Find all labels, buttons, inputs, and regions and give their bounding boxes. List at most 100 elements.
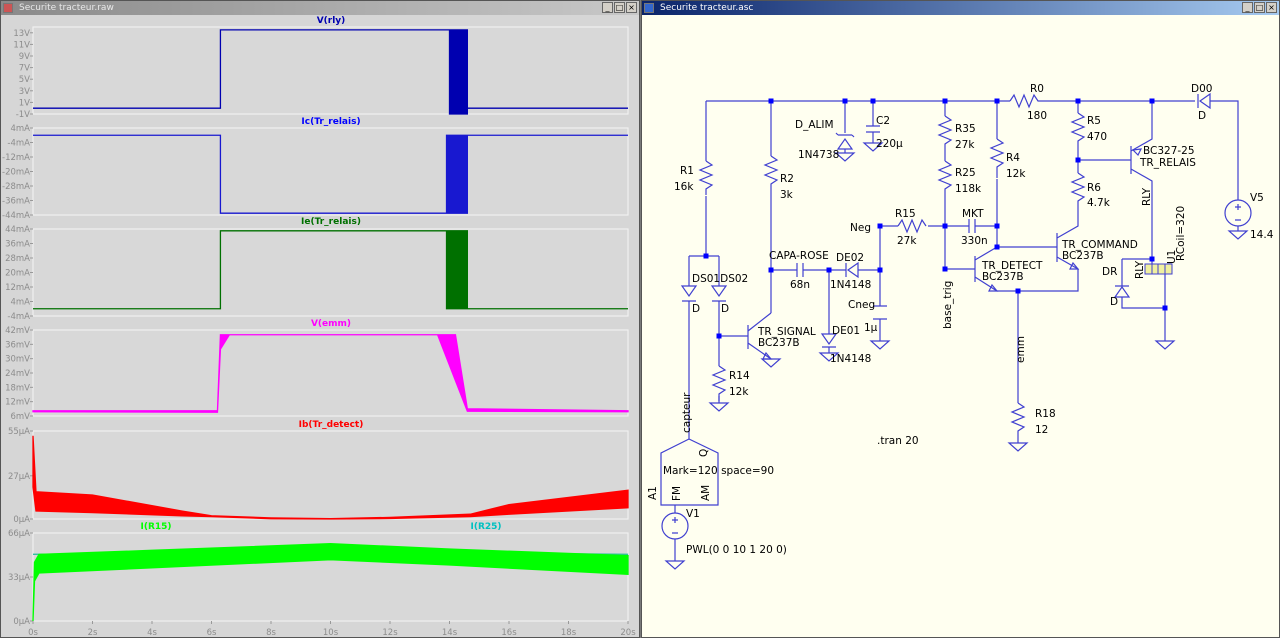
schematic-label-de02v[interactable]: 1N4148: [830, 279, 871, 291]
schematic-label-ds02v[interactable]: D: [721, 303, 729, 315]
plot-frame: [32, 329, 629, 417]
schematic-label-r4v[interactable]: 12k: [1006, 168, 1026, 180]
close-button[interactable]: ×: [626, 2, 637, 13]
schematic-label-de01v[interactable]: 1N4148: [830, 353, 871, 365]
y-tick-label: 4mA: [10, 298, 30, 308]
schematic-label-r35[interactable]: R35: [955, 123, 976, 135]
schematic-label-r18v[interactable]: 12: [1035, 424, 1048, 436]
plot-pane[interactable]: 66µA 33µA 0µA I(R15) I(R25): [8, 522, 629, 627]
schematic-label-r15[interactable]: R15: [895, 208, 916, 220]
schematic-label-r5[interactable]: R5: [1087, 115, 1101, 127]
trace-legend-label[interactable]: V(emm): [311, 319, 351, 329]
schematic-label-emm[interactable]: emm: [1015, 336, 1027, 363]
schematic-label-r6[interactable]: R6: [1087, 182, 1101, 194]
schematic-label-cr[interactable]: CAPA-ROSE: [769, 250, 829, 262]
schematic-label-r0[interactable]: R0: [1030, 83, 1044, 95]
ground-symbols: [664, 142, 1249, 570]
trace-legend-label[interactable]: V(rly): [317, 16, 346, 26]
schematic-label-mkt[interactable]: MKT: [962, 208, 984, 220]
schematic-label-r5v[interactable]: 470: [1087, 131, 1107, 143]
schematic-label-rly2[interactable]: RLY: [1134, 260, 1146, 279]
schematic-label-r14[interactable]: R14: [729, 370, 750, 382]
schematic-label-fm[interactable]: FM: [671, 486, 683, 501]
schematic-label-r15v[interactable]: 27k: [897, 235, 917, 247]
schematic-label-r18[interactable]: R18: [1035, 408, 1056, 420]
schematic-title-bar[interactable]: Securite tracteur.asc _ □ ×: [642, 1, 1279, 15]
y-tick-label: 0µA: [13, 617, 30, 627]
schematic-label-v1v[interactable]: PWL(0 0 10 1 20 0): [686, 544, 787, 556]
schematic-label-trrv[interactable]: BC327-25: [1143, 145, 1195, 157]
schematic-label-cneg[interactable]: Cneg: [848, 299, 875, 311]
schematic-label-bt[interactable]: base_trig: [942, 281, 954, 329]
plot-pane[interactable]: 44mA 36mA 28mA 20mA 12mA 4mA -4mA Ie(Tr_relais): [5, 217, 629, 322]
schematic-label-r4[interactable]: R4: [1006, 152, 1020, 164]
plot-pane[interactable]: 55µA 27µA 0µA Ib(Tr_detect): [8, 420, 629, 525]
schematic-label-trsv[interactable]: BC237B: [758, 337, 800, 349]
plot-pane[interactable]: 4mA -4mA -12mA -20mA -28mA -36mA -44mA Ic(Tr_re…: [2, 117, 629, 221]
schematic-label-trdv[interactable]: BC237B: [982, 271, 1024, 283]
schematic-label-mktv[interactable]: 330n: [961, 235, 988, 247]
schematic-label-c2[interactable]: C2: [876, 115, 890, 127]
junction: [703, 253, 709, 259]
trace-legend-label[interactable]: Ie(Tr_relais): [301, 217, 361, 227]
junction: [877, 223, 883, 229]
schematic-label-neg[interactable]: Neg: [850, 222, 871, 234]
schematic-label-r14v[interactable]: 12k: [729, 386, 749, 398]
waveform-plot-area[interactable]: 13V11V 9V 7V5V 3V1V -1V V(rly) 4mA -4mA -12mA -20…: [1, 16, 639, 638]
schematic-label-crv[interactable]: 68n: [790, 279, 810, 291]
plot-pane[interactable]: 42mV 36mV 30mV 24mV 18mV 12mV 6mV V(emm): [5, 319, 629, 422]
schematic-label-dr[interactable]: DR: [1102, 266, 1117, 278]
schematic-label-v5v[interactable]: 14.4: [1250, 229, 1274, 241]
schematic-label-cap[interactable]: capteur: [681, 392, 693, 433]
schematic-label-rc[interactable]: RCoil=320: [1175, 206, 1187, 261]
schematic-label-d00v[interactable]: D: [1198, 110, 1206, 122]
schematic-label-r25v[interactable]: 118k: [955, 183, 982, 195]
x-tick-label: 0s: [28, 628, 38, 638]
schematic-label-rly[interactable]: RLY: [1141, 187, 1153, 206]
schematic-label-trcv[interactable]: BC237B: [1062, 250, 1104, 262]
schematic-label-r25[interactable]: R25: [955, 167, 976, 179]
trace-legend-label[interactable]: I(R25): [470, 522, 501, 532]
trace-legend-label[interactable]: Ib(Tr_detect): [299, 420, 364, 430]
schematic-label-r1v[interactable]: 16k: [674, 181, 694, 193]
schematic-label-de02[interactable]: DE02: [836, 252, 864, 264]
schematic-label-d00[interactable]: D00: [1191, 83, 1212, 95]
schematic-label-a1[interactable]: A1: [647, 486, 659, 500]
schematic-label-am[interactable]: AM: [700, 485, 712, 501]
schematic-label-q[interactable]: Q: [698, 449, 710, 457]
schematic-label-tran[interactable]: .tran 20: [877, 435, 919, 447]
schematic-label-r1[interactable]: R1: [680, 165, 694, 177]
plot-pane[interactable]: 13V11V 9V 7V5V 3V1V -1V V(rly): [13, 16, 629, 120]
schematic-label-v1[interactable]: V1: [686, 508, 700, 520]
junction: [1075, 157, 1081, 163]
schematic-label-mark[interactable]: Mark=120 space=90: [663, 465, 774, 477]
junction: [1075, 98, 1081, 104]
schematic-label-v5[interactable]: V5: [1250, 192, 1264, 204]
schematic-label-drv[interactable]: D: [1110, 296, 1118, 308]
schematic-label-r2[interactable]: R2: [780, 173, 794, 185]
schematic-label-dal[interactable]: D_ALIM: [795, 119, 834, 131]
y-tick-label: 0µA: [13, 515, 30, 525]
schematic-label-r2v[interactable]: 3k: [780, 189, 794, 201]
schematic-label-dalv[interactable]: 1N4738: [798, 149, 839, 161]
schematic-label-r6v[interactable]: 4.7k: [1087, 197, 1111, 209]
schematic-label-trr[interactable]: TR_RELAIS: [1139, 157, 1196, 169]
close-button[interactable]: ×: [1266, 2, 1277, 13]
minimize-button[interactable]: _: [1242, 2, 1253, 13]
schematic-label-c2v[interactable]: 220µ: [876, 138, 903, 150]
schematic-canvas[interactable]: R116kR23kR1412kDS01DS02D DTR_SIGNALBC237B…: [642, 16, 1279, 638]
schematic-label-ds01v[interactable]: D: [692, 303, 700, 315]
y-tick-label: 1V: [19, 98, 30, 108]
schematic-label-cnegv[interactable]: 1µ: [864, 322, 878, 334]
trace-legend-label[interactable]: Ic(Tr_relais): [301, 117, 360, 127]
trace-legend-label[interactable]: I(R15): [140, 522, 171, 532]
schematic-label-r35v[interactable]: 27k: [955, 139, 975, 151]
waveform-title-bar[interactable]: Securite tracteur.raw _ □ ×: [1, 1, 639, 15]
schematic-label-de01[interactable]: DE01: [832, 325, 860, 337]
minimize-button[interactable]: _: [602, 2, 613, 13]
schematic-label-r0v[interactable]: 180: [1027, 110, 1047, 122]
maximize-button[interactable]: □: [614, 2, 625, 13]
schematic-window: Securite tracteur.asc _ □ × R1 16k R2 3k…: [641, 0, 1280, 638]
schematic-label-ds[interactable]: DS01DS02: [692, 273, 748, 285]
maximize-button[interactable]: □: [1254, 2, 1265, 13]
